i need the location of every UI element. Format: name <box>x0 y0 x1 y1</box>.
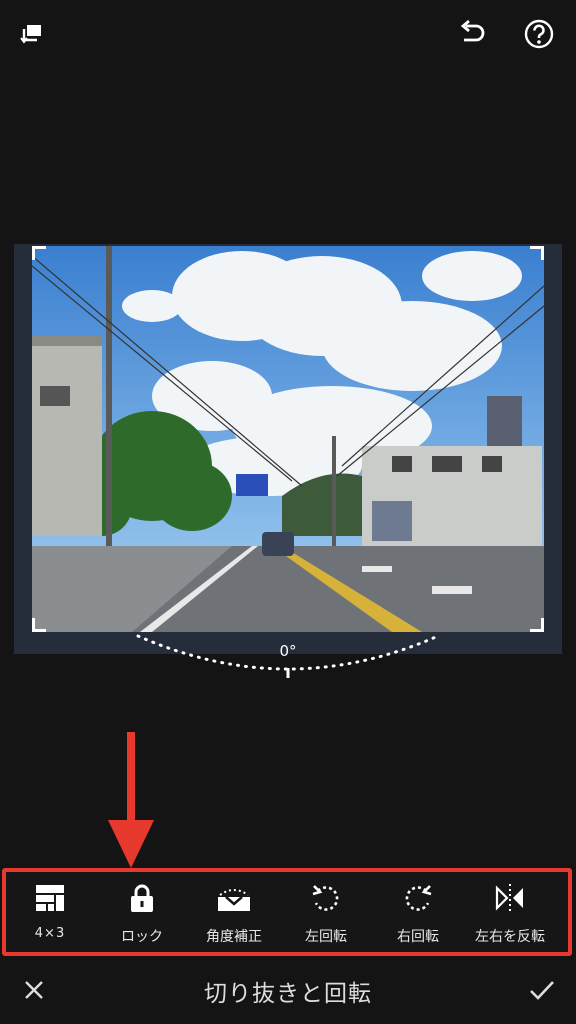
tool-label: 右回転 <box>397 929 439 945</box>
tool-label: 4×3 <box>34 926 66 941</box>
crop-canvas[interactable] <box>0 240 576 660</box>
compare-icon <box>20 25 41 44</box>
check-icon <box>530 981 554 1000</box>
photo[interactable] <box>32 246 544 632</box>
compare-button[interactable] <box>12 14 52 54</box>
crop-handle-top-right[interactable] <box>530 246 544 260</box>
tool-label: 左回転 <box>305 929 347 945</box>
help-icon <box>524 19 554 49</box>
tool-label: ロック <box>121 929 163 945</box>
rotate-right-icon <box>405 885 432 911</box>
cancel-button[interactable] <box>16 972 52 1008</box>
bottom-bar: 切り抜きと回転 <box>0 958 576 1024</box>
angle-value: 0° <box>279 642 297 660</box>
tool-angle-correct[interactable]: 角度補正 <box>188 878 280 954</box>
close-icon <box>25 981 43 999</box>
top-bar <box>0 0 576 70</box>
crop-handle-bottom-right[interactable] <box>530 618 544 632</box>
angle-correct-icon <box>218 889 250 911</box>
tool-lock[interactable]: ロック <box>96 878 188 954</box>
lock-icon <box>131 884 153 912</box>
crop-toolbar: 4×3 ロック 角度補正 左回転 右回転 左右を反転 <box>2 868 572 956</box>
aspect-ratio-icon <box>36 885 64 911</box>
confirm-button[interactable] <box>524 972 560 1008</box>
annotation-arrow-icon <box>108 732 154 868</box>
tool-rotate-right[interactable]: 右回転 <box>372 878 464 954</box>
tool-label: 角度補正 <box>206 929 262 945</box>
tool-aspect-ratio[interactable]: 4×3 <box>4 878 96 954</box>
undo-button[interactable] <box>452 14 492 54</box>
photo-street-scene <box>32 246 544 632</box>
help-button[interactable] <box>519 14 559 54</box>
tool-rotate-left[interactable]: 左回転 <box>280 878 372 954</box>
rotate-left-icon <box>312 885 339 911</box>
tool-label: 左右を反転 <box>475 929 545 945</box>
flip-horizontal-icon <box>495 884 523 912</box>
tool-flip-horizontal[interactable]: 左右を反転 <box>464 878 556 954</box>
crop-handle-top-left[interactable] <box>32 246 46 260</box>
undo-icon <box>460 20 485 42</box>
screen-title: 切り抜きと回転 <box>204 981 372 1007</box>
crop-handle-bottom-left[interactable] <box>32 618 46 632</box>
